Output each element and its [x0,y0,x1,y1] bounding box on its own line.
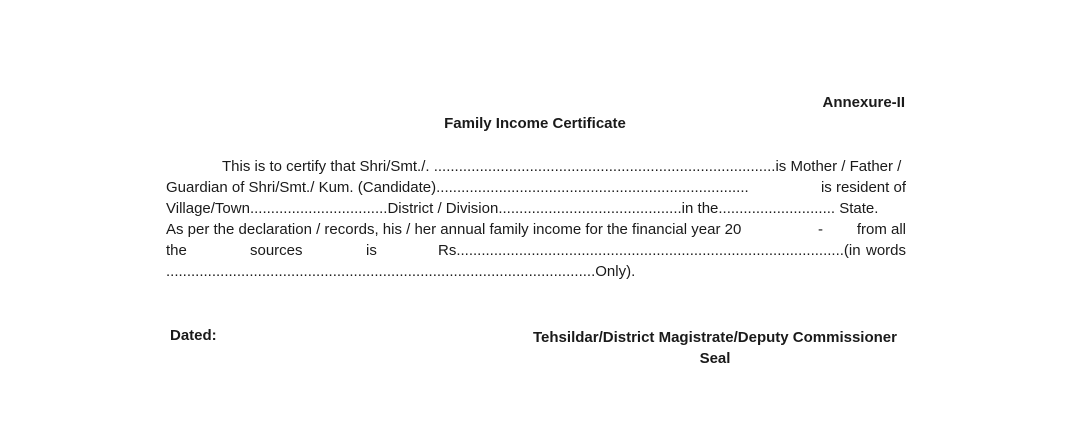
body-line-5-word-the: the [166,242,187,259]
body-line-5-amount: Rs......................................… [438,242,861,259]
certificate-page: Annexure-II Family Income Certificate Th… [0,0,1080,432]
body-line-5-word-sources: sources [250,242,303,259]
body-line-5-end: words [865,242,906,259]
body-line-2-end: is resident of [820,179,906,196]
authority-title: Tehsildar/District Magistrate/Deputy Com… [533,329,897,346]
certificate-body: This is to certify that Shri/Smt./. ....… [166,156,906,282]
body-line-2: Guardian of Shri/Smt./ Kum. (Candidate).… [166,177,906,198]
body-line-4-dash: - [818,221,823,238]
body-line-1: This is to certify that Shri/Smt./. ....… [166,156,906,177]
signing-authority: Tehsildar/District Magistrate/Deputy Com… [525,327,905,369]
annexure-label: Annexure-II [822,94,905,111]
body-line-1-text: This is to certify that Shri/Smt./. ....… [222,158,902,175]
body-line-4-end: from all [856,221,906,238]
body-line-4: As per the declaration / records, his / … [166,219,906,240]
dated-label: Dated: [170,327,217,344]
body-line-5-word-is: is [366,242,377,259]
page-title: Family Income Certificate [444,115,626,132]
body-line-4-text: As per the declaration / records, his / … [166,221,742,238]
body-line-6: ........................................… [166,261,906,282]
seal-label: Seal [699,350,731,367]
body-line-5: the sources is Rs.......................… [166,240,906,261]
body-line-3-text: Village/Town............................… [166,200,879,217]
body-line-2-text: Guardian of Shri/Smt./ Kum. (Candidate).… [166,179,749,196]
body-line-6-text: ........................................… [166,263,636,280]
body-line-3: Village/Town............................… [166,198,906,219]
